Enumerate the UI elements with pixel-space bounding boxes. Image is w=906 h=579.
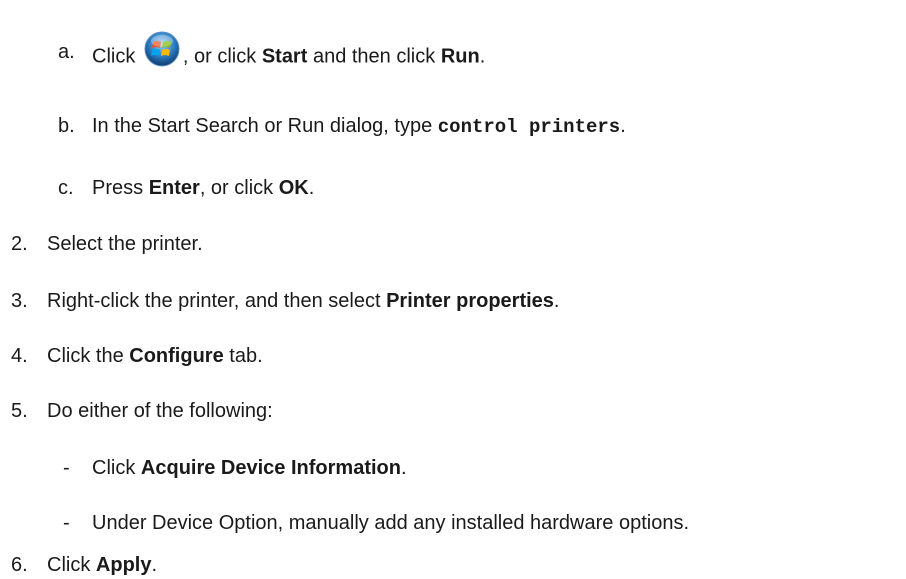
- step-3-text: Right-click the printer, and then select…: [47, 287, 559, 315]
- step-5-marker: 5.: [11, 400, 28, 422]
- option-manual-text: Under Device Option, manually add any in…: [92, 512, 690, 534]
- step-5-text: Do either of the following:: [47, 400, 273, 422]
- and-then-text: and then click: [312, 45, 436, 68]
- step-2-marker: 2.: [11, 233, 28, 255]
- printer-properties-label: Printer properties: [386, 290, 554, 312]
- option-dash: -: [63, 512, 70, 534]
- substep-c-text: Press Enter, or click OK.: [92, 174, 314, 202]
- substep-a-text: Click , or click Start and then click Ru…: [92, 31, 486, 76]
- click-word: Click: [92, 45, 136, 68]
- command-text: control printers: [437, 116, 621, 138]
- instruction-text: In the Start Search or Run dialog, type: [92, 115, 433, 137]
- period: .: [479, 45, 486, 68]
- click-word: Click: [92, 457, 136, 479]
- substep-b-marker: b.: [58, 115, 75, 137]
- start-label: Start: [261, 45, 308, 68]
- substep-b-text: In the Start Search or Run dialog, type …: [92, 112, 626, 141]
- press-text: Press: [92, 177, 144, 199]
- step-6-marker: 6.: [11, 554, 28, 576]
- or-click-text: , or click: [182, 45, 257, 68]
- enter-label: Enter: [148, 177, 200, 199]
- instruction-text: Right-click the printer, and then select: [47, 290, 381, 312]
- step-6-text: Click Apply.: [47, 551, 157, 579]
- configure-label: Configure: [129, 345, 224, 367]
- apply-label: Apply: [95, 554, 152, 576]
- step-4-text: Click the Configure tab.: [47, 342, 263, 370]
- instruction-text: Click the: [47, 345, 124, 367]
- substep-c-marker: c.: [58, 177, 74, 199]
- ok-label: OK: [278, 177, 309, 199]
- click-word: Click: [47, 554, 91, 576]
- period: .: [400, 457, 407, 479]
- period: .: [151, 554, 158, 576]
- step-3-marker: 3.: [11, 290, 28, 312]
- substep-a-marker: a.: [58, 41, 75, 63]
- step-4-marker: 4.: [11, 345, 28, 367]
- period: .: [620, 115, 626, 137]
- acquire-device-information-label: Acquire Device Information: [140, 457, 401, 479]
- period: .: [553, 290, 560, 312]
- period: .: [308, 177, 315, 199]
- tab-text: tab.: [229, 345, 263, 367]
- step-2-text: Select the printer.: [47, 233, 203, 255]
- option-acquire-text: Click Acquire Device Information.: [92, 454, 407, 482]
- run-label: Run: [440, 45, 480, 68]
- option-dash: -: [63, 457, 70, 479]
- or-click-text: , or click: [199, 177, 274, 199]
- windows-start-orb-icon: [143, 30, 181, 68]
